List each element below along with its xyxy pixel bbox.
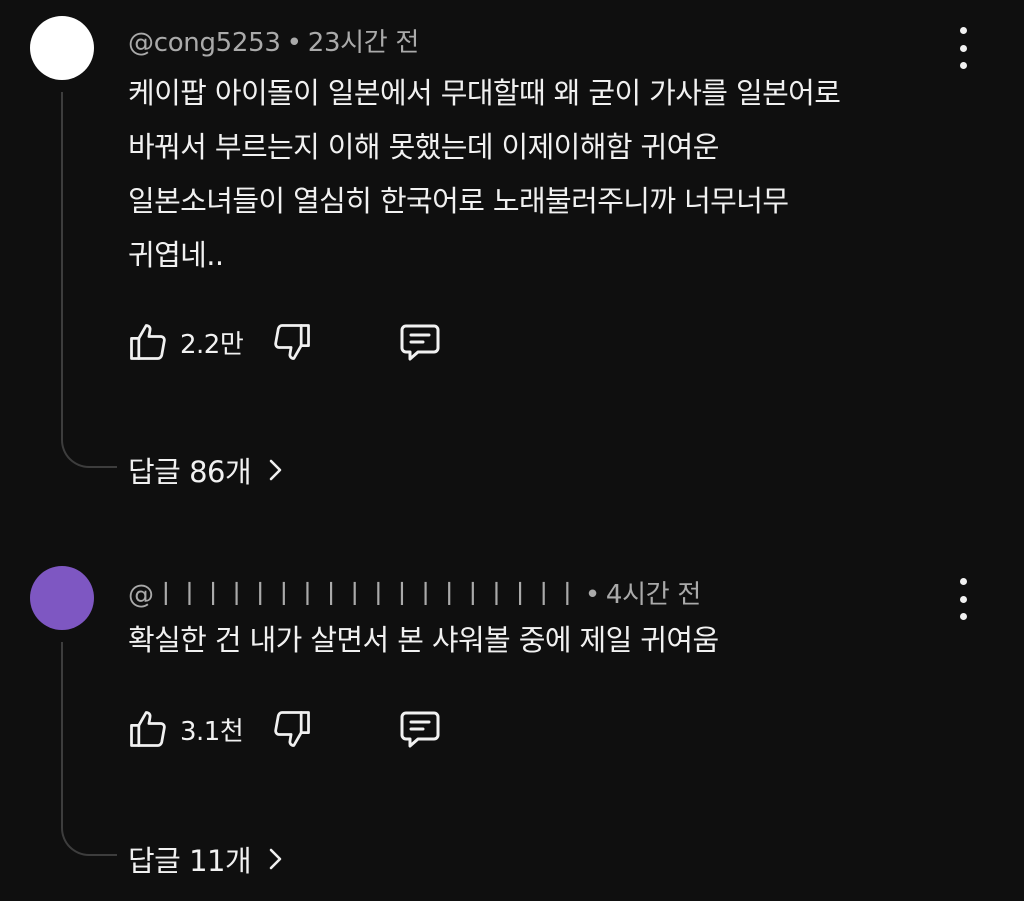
comment-icon <box>400 324 440 361</box>
more-vert-icon-dot <box>959 595 967 603</box>
comment-time[interactable]: 23시간 전 <box>308 28 420 58</box>
comment-text-line: 귀엽네.. <box>128 238 224 272</box>
view-replies-button[interactable]: 답글 11개 <box>128 838 285 880</box>
comment-text: 케이팝 아이돌이 일본에서 무대할때 왜 굳이 가사를 일본어로 바꿔서 부르는… <box>128 66 968 282</box>
comment-meta: @ㅣㅣㅣㅣㅣㅣㅣㅣㅣㅣㅣㅣㅣㅣㅣㅣㅣㅣ • 4시간 전 <box>128 574 701 611</box>
reply-button[interactable] <box>396 318 444 366</box>
author-avatar[interactable] <box>30 566 94 630</box>
like-button[interactable] <box>126 707 170 751</box>
chevron-right-icon <box>269 459 282 481</box>
comment-actions: 3.1천 <box>126 704 444 754</box>
more-vert-icon-dot <box>959 27 967 34</box>
thumbs-down-icon <box>274 711 310 747</box>
like-count: 3.1천 <box>180 716 244 747</box>
view-replies-button[interactable]: 답글 86개 <box>128 449 285 491</box>
author-handle[interactable]: @ㅣㅣㅣㅣㅣㅣㅣㅣㅣㅣㅣㅣㅣㅣㅣㅣㅣㅣ <box>128 580 579 610</box>
thumbs-up-icon <box>130 324 166 360</box>
author-handle[interactable]: @cong5253 <box>128 28 281 58</box>
comment-time[interactable]: 4시간 전 <box>606 580 701 610</box>
more-options-button[interactable] <box>948 27 978 69</box>
meta-separator: • <box>286 28 302 58</box>
thread-line <box>61 642 117 856</box>
comment-meta: @cong5253 • 23시간 전 <box>128 22 419 59</box>
comment-icon <box>400 711 440 748</box>
reply-button[interactable] <box>396 705 444 753</box>
dislike-button[interactable] <box>270 707 314 751</box>
dislike-button[interactable] <box>270 320 314 364</box>
replies-count-label: 답글 86개 <box>128 455 252 489</box>
comment-text-line: 일본소녀들이 열심히 한국어로 노래불러주니까 너무너무 <box>128 184 789 218</box>
comment-text-line: 케이팝 아이돌이 일본에서 무대할때 왜 굳이 가사를 일본어로 <box>128 76 841 110</box>
author-avatar[interactable] <box>30 16 94 80</box>
like-button[interactable] <box>126 320 170 364</box>
comment-actions: 2.2만 <box>126 317 444 367</box>
more-vert-icon-dot <box>959 44 967 52</box>
thumbs-up-icon <box>130 711 166 747</box>
like-count: 2.2만 <box>180 329 244 360</box>
comment-text-line: 바꿔서 부르는지 이해 못했는데 이제이해함 귀여운 <box>128 130 719 164</box>
chevron-right-icon <box>269 848 282 870</box>
more-vert-icon-dot <box>959 578 967 585</box>
comment-text-line: 확실한 건 내가 살면서 본 샤워볼 중에 제일 귀여움 <box>128 623 719 657</box>
thumbs-down-icon <box>274 324 310 360</box>
thread-line <box>61 92 117 468</box>
replies-count-label: 답글 11개 <box>128 844 252 878</box>
meta-separator: • <box>584 580 600 610</box>
comment-text: 확실한 건 내가 살면서 본 샤워볼 중에 제일 귀여움 <box>128 613 968 667</box>
